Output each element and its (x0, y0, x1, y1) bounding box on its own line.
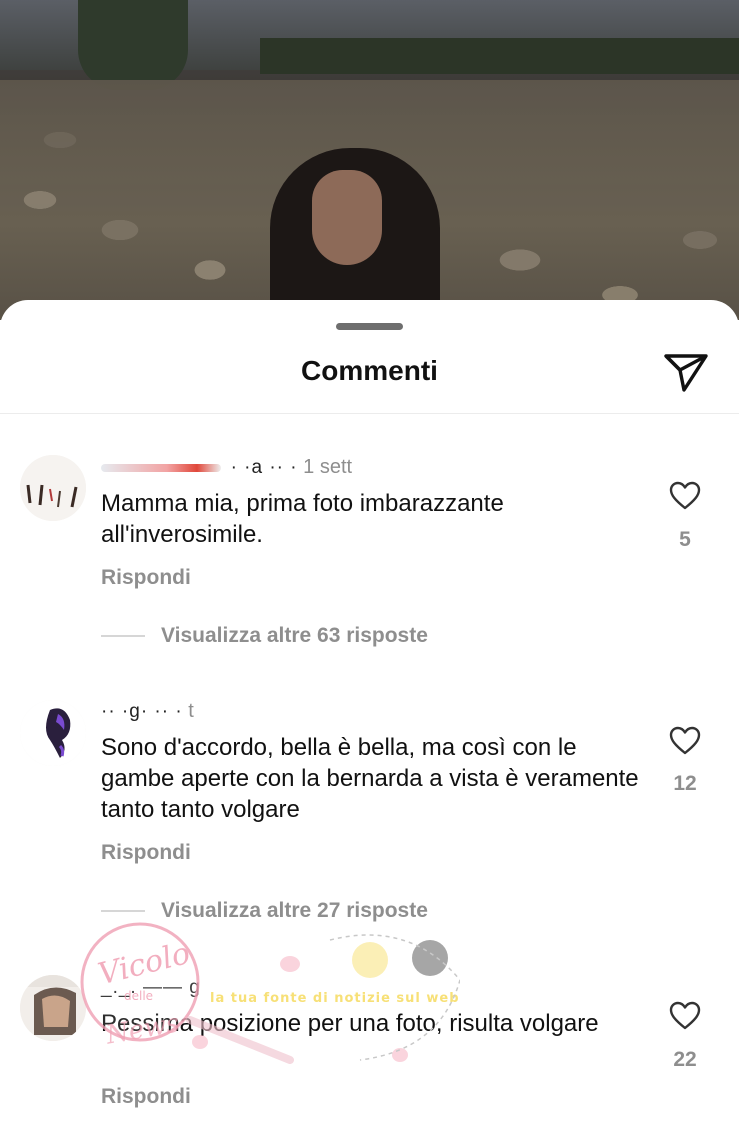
photo-person (270, 148, 440, 320)
comment-meta: ·· ·g· ·· · t (101, 700, 194, 723)
photo-person-face (312, 170, 382, 265)
like-count: 5 (679, 528, 691, 551)
view-more-replies[interactable]: Visualizza altre 63 risposte (101, 624, 428, 648)
like-button[interactable] (662, 481, 708, 511)
comment-time: 1 sett (303, 456, 353, 478)
paper-plane-icon (664, 354, 708, 392)
comment-meta: _._. —— g (101, 976, 201, 999)
avatar-image (20, 455, 86, 521)
post-photo (0, 0, 739, 320)
comment-time: t (188, 700, 194, 722)
avatar[interactable] (20, 700, 86, 766)
heart-icon (669, 481, 701, 510)
reply-button[interactable]: Rispondi (101, 1085, 191, 1109)
comment-username[interactable]: ·· ·g· ·· · (101, 701, 183, 722)
avatar[interactable] (20, 455, 86, 521)
comment-text: Pessima posizione per una foto, risulta … (101, 1010, 599, 1037)
photo-hedge (260, 38, 739, 74)
reply-button[interactable]: Rispondi (101, 841, 191, 865)
comment-text: Mamma mia, prima foto imbarazzante all'i… (101, 490, 504, 548)
like-button[interactable] (662, 726, 708, 756)
sheet-grabber-handle[interactable] (336, 323, 403, 330)
comment-username[interactable]: · ·a ·· · (231, 457, 298, 478)
photo-tree (78, 0, 188, 90)
comment-text: Sono d'accordo, bella è bella, ma così c… (101, 734, 639, 823)
header-divider (0, 413, 739, 414)
share-button[interactable] (662, 350, 710, 394)
heart-icon (669, 1001, 701, 1030)
avatar-image (20, 975, 86, 1041)
view-more-replies-label: Visualizza altre 63 risposte (161, 624, 428, 647)
comment-meta: · ·a ·· · 1 sett (101, 456, 352, 479)
avatar[interactable] (20, 975, 86, 1041)
thread-line (101, 635, 145, 638)
thread-line (101, 910, 145, 913)
reply-button[interactable]: Rispondi (101, 566, 191, 590)
like-button[interactable] (662, 1001, 708, 1031)
redacted-username (101, 463, 221, 472)
like-count: 12 (673, 772, 697, 795)
comment-username[interactable]: _._. —— g (101, 977, 201, 998)
view-more-replies-label: Visualizza altre 27 risposte (161, 899, 428, 922)
view-more-replies[interactable]: Visualizza altre 27 risposte (101, 899, 428, 923)
heart-icon (669, 726, 701, 755)
like-count: 22 (673, 1048, 697, 1071)
sheet-title: Commenti (301, 355, 438, 386)
avatar-image (20, 700, 86, 766)
